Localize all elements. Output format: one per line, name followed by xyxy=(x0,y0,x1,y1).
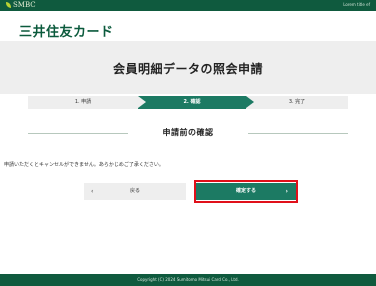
chevron-right-icon: › xyxy=(285,188,288,195)
back-button-label: 戻る xyxy=(129,188,140,194)
page-title: 会員明細データの照会申請 xyxy=(112,62,263,76)
confirm-button-highlight: 確定する › xyxy=(194,180,298,203)
site-header: 三井住友カード xyxy=(0,11,376,41)
back-button[interactable]: ‹ 戻る xyxy=(84,183,186,200)
confirm-button[interactable]: 確定する › xyxy=(196,183,296,200)
step-arrow-2 xyxy=(246,96,254,108)
step-complete: 3. 完了 xyxy=(246,96,348,109)
progress-steps: 1. 申請 2. 確認 3. 完了 xyxy=(28,96,348,109)
step-apply: 1. 申請 xyxy=(28,96,138,109)
site-logo[interactable]: 三井住友カード xyxy=(19,21,114,40)
chevron-left-icon: ‹ xyxy=(91,188,94,195)
smbc-logo[interactable]: SMBC xyxy=(6,1,36,9)
copyright-text: Copyright (C) 2024 Sumitomo Mitsui Card … xyxy=(137,277,239,282)
divider-right xyxy=(248,133,348,134)
site-footer: Copyright (C) 2024 Sumitomo Mitsui Card … xyxy=(0,274,376,286)
top-bar: SMBC Lorem title ef xyxy=(0,0,376,11)
section-heading: 申請前の確認 xyxy=(28,127,348,139)
smbc-logo-text: SMBC xyxy=(13,1,36,9)
confirm-button-label: 確定する xyxy=(235,188,256,194)
section-title: 申請前の確認 xyxy=(162,128,214,137)
step-arrow-1 xyxy=(138,96,146,108)
top-bar-right-text: Lorem title ef xyxy=(343,2,370,7)
leaf-icon xyxy=(6,2,11,8)
divider-left xyxy=(28,133,128,134)
page-title-band: 会員明細データの照会申請 xyxy=(0,41,376,94)
step-confirm: 2. 確認 xyxy=(138,96,246,109)
cancel-notice: 申請いただくとキャンセルができません。あらかじめご了承ください。 xyxy=(4,162,164,168)
